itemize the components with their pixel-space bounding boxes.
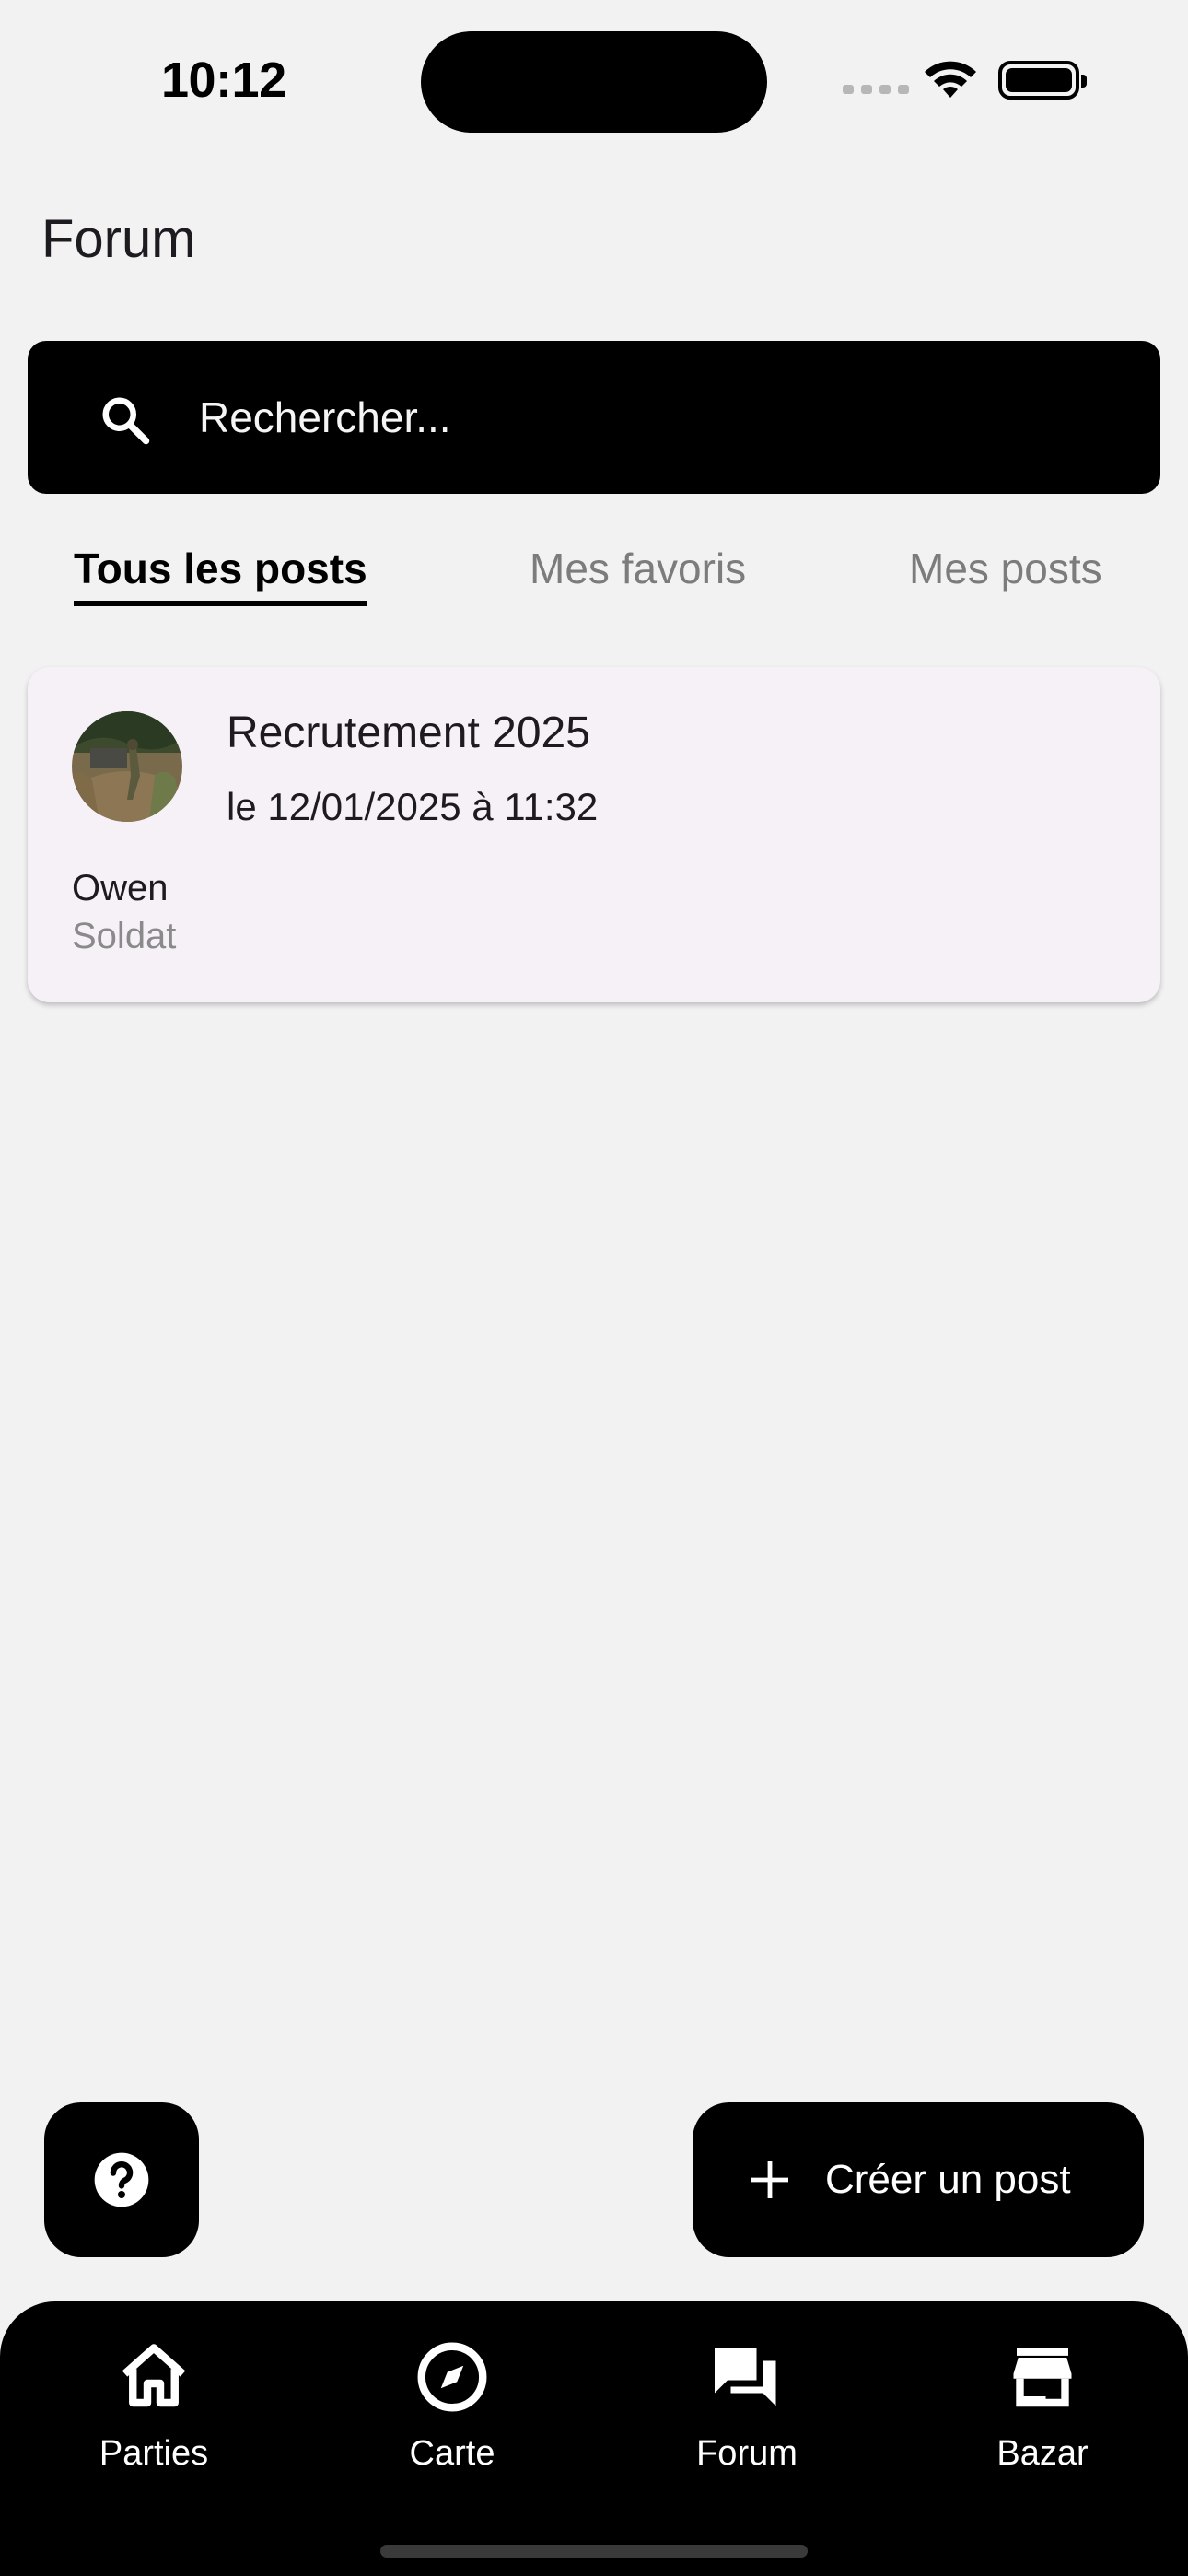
create-post-button[interactable]: Créer un post: [693, 2102, 1144, 2257]
wifi-icon: [925, 61, 976, 98]
nav-label-bazar: Bazar: [996, 2434, 1089, 2473]
post-author-rank: Soldat: [72, 916, 177, 956]
nav-label-forum: Forum: [696, 2434, 798, 2473]
tab-bar: Tous les posts Mes favoris Mes posts: [0, 544, 1188, 617]
post-card[interactable]: Recrutement 2025 le 12/01/2025 à 11:32 O…: [28, 667, 1160, 1002]
tab-all-posts[interactable]: Tous les posts: [74, 544, 367, 606]
create-post-label: Créer un post: [825, 2157, 1071, 2202]
help-button[interactable]: [44, 2102, 199, 2257]
search-icon: [102, 397, 150, 445]
nav-item-parties[interactable]: Parties: [43, 2338, 264, 2486]
help-circle-icon: [94, 2152, 149, 2207]
avatar-photo: [72, 711, 182, 822]
nav-label-parties: Parties: [99, 2434, 209, 2473]
plus-icon: [751, 2161, 788, 2198]
status-bar: 10:12: [0, 0, 1188, 157]
status-time: 10:12: [161, 53, 286, 108]
nav-item-carte[interactable]: Carte: [342, 2338, 563, 2486]
post-title: Recrutement 2025: [227, 708, 590, 757]
nav-label-carte: Carte: [409, 2434, 495, 2473]
search-input[interactable]: [199, 387, 1120, 448]
tab-my-posts[interactable]: Mes posts: [909, 544, 1102, 593]
home-icon: [122, 2344, 186, 2407]
post-author: Owen: [72, 868, 169, 908]
search-bar[interactable]: [28, 341, 1160, 494]
nav-item-bazar[interactable]: Bazar: [932, 2338, 1153, 2486]
forum-icon: [715, 2348, 776, 2406]
home-indicator[interactable]: [380, 2545, 808, 2558]
bottom-navigation: Parties Carte Forum Bazar: [0, 2301, 1188, 2576]
tab-favorites[interactable]: Mes favoris: [530, 544, 746, 593]
battery-icon: [998, 61, 1087, 100]
post-date: le 12/01/2025 à 11:32: [227, 785, 599, 828]
nav-item-forum[interactable]: Forum: [636, 2338, 857, 2486]
compass-icon: [417, 2342, 487, 2412]
dynamic-island: [421, 31, 767, 133]
store-icon: [1013, 2348, 1072, 2407]
avatar[interactable]: [72, 711, 182, 822]
page-title: Forum: [41, 209, 196, 269]
cellular-signal-icon: [843, 85, 909, 94]
